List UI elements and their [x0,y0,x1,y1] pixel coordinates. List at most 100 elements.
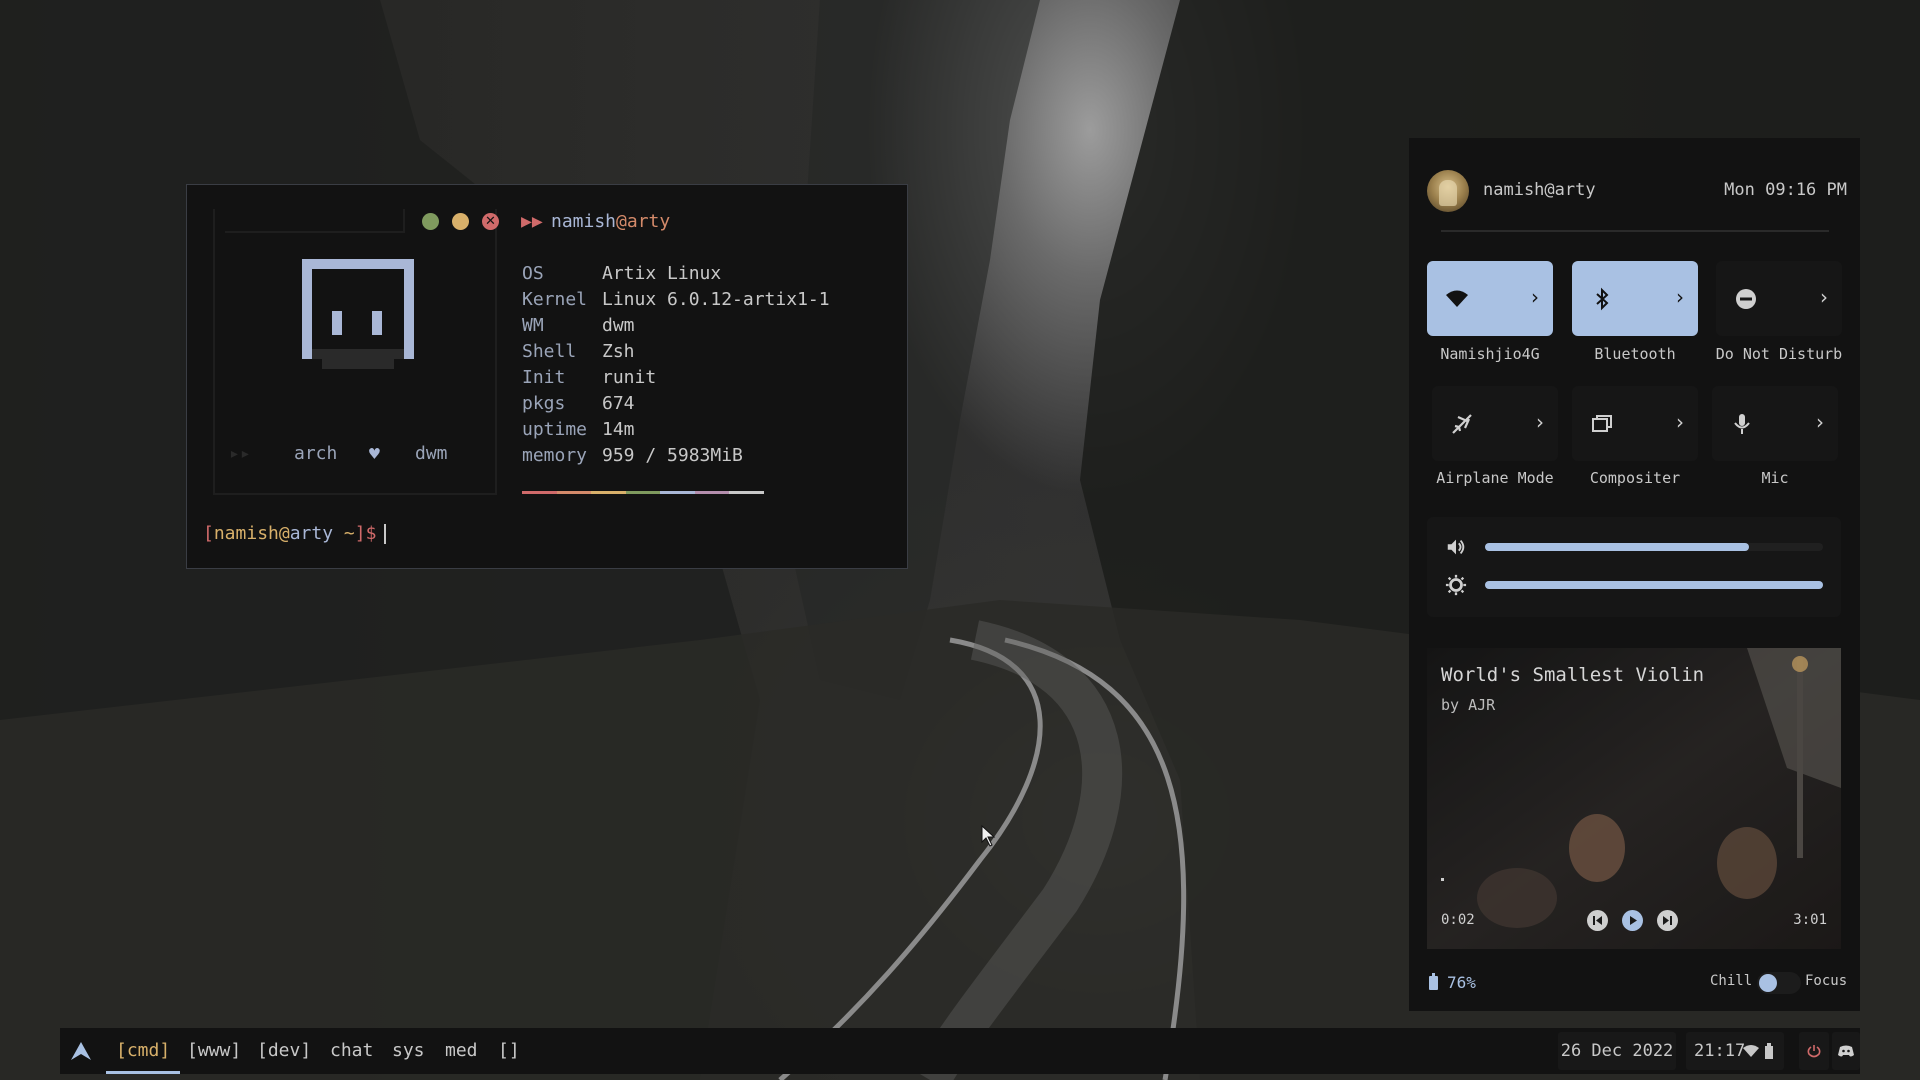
tile-label-dnd: Do Not Disturb [1715,345,1843,363]
do-not-disturb-tile[interactable]: › [1716,261,1842,336]
info-row: Kernel Linux 6.0.12-artix1-1 [522,289,830,310]
color-palette-strip [522,491,765,494]
bluetooth-tile[interactable]: › [1572,261,1698,336]
close-button[interactable]: ✕ [482,213,499,230]
text-cursor [384,524,387,544]
workspace-sys[interactable]: sys [392,1028,425,1074]
workspace-cmd[interactable]: [cmd] [106,1028,181,1074]
avatar[interactable] [1427,170,1469,212]
workspace-dev[interactable]: [dev] [257,1028,311,1074]
mic-tile[interactable]: › [1712,386,1838,461]
volume-fill [1485,543,1749,551]
compositer-tile[interactable]: › [1572,386,1698,461]
previous-button[interactable] [1587,910,1608,931]
minimize-button[interactable] [452,213,469,230]
tile-label-bluetooth: Bluetooth [1594,345,1676,363]
artix-logo-icon[interactable] [70,1040,92,1062]
battery-icon [1429,973,1438,990]
layout-indicator[interactable]: [] [498,1028,520,1074]
bar-time: 21:17 [1694,1041,1746,1061]
tile-label-compositer: Compositer [1589,469,1681,487]
double-chevron-icon: ▸▸ [229,443,251,464]
chevron-right-icon[interactable]: › [1820,285,1828,309]
system-info-list: OS Artix Linux Kernel Linux 6.0.12-artix1-… [522,261,882,469]
status-bar: [cmd] [www] [dev] chat sys med [] 26 Dec… [60,1028,1860,1074]
header-user: namish [551,211,617,232]
music-player: World's Smallest Violin by AJR 0:02 3:01 [1427,648,1841,949]
maximize-button[interactable] [422,213,439,230]
arch-word: arch [294,443,338,464]
info-row: WM dwm [522,315,635,336]
power-icon [1807,1045,1821,1058]
windows-icon [1592,415,1612,432]
header-at: @ [616,211,627,232]
airplane-mode-tile[interactable]: › [1432,386,1558,461]
wifi-icon [1743,1045,1759,1057]
battery-icon [1765,1043,1773,1059]
palette-swatch [694,491,730,494]
username-label: namish@arty [1483,180,1596,200]
discord-icon [1838,1045,1854,1057]
duration-time: 3:01 [1793,912,1827,928]
chevron-right-icon[interactable]: › [1816,410,1824,434]
sliders-card [1427,517,1841,617]
info-row: Init runit [522,367,657,388]
palette-swatch [591,491,626,494]
control-center-panel: namish@arty Mon 09:16 PM › › › Namishjio… [1409,138,1860,1011]
date-pill[interactable]: 26 Dec 2022 [1558,1032,1676,1070]
song-title: World's Smallest Violin [1441,664,1705,686]
palette-swatch [522,491,557,494]
palette-swatch [660,491,695,494]
battery-level: 76% [1447,973,1476,992]
arch-dwm-line: ▸▸ arch ♥ dwm [229,443,459,467]
power-button[interactable] [1799,1032,1829,1070]
brightness-row [1427,570,1841,600]
album-art [1427,648,1841,949]
chevron-right-icon[interactable]: › [1676,285,1684,309]
info-row: uptime 14m [522,419,635,440]
heart-icon: ♥ [369,444,380,465]
mode-toggle[interactable] [1757,972,1801,994]
minus-circle-icon [1736,289,1756,309]
toggle-knob [1759,974,1777,992]
airplane-icon [1452,414,1472,434]
volume-slider[interactable] [1485,543,1823,551]
progress-marker [1441,878,1444,881]
chill-mode-label: Chill [1710,973,1753,989]
volume-icon [1447,539,1465,555]
skip-previous-icon [1593,916,1602,925]
info-row: memory 959 / 5983MiB [522,445,743,466]
tile-label-airplane: Airplane Mode [1436,469,1554,487]
terminal-window[interactable]: ✕ ▸▸ arch ♥ dwm ▶▶ namish@arty OS Artix L… [186,184,908,569]
elapsed-time: 0:02 [1441,912,1475,928]
chevron-right-icon[interactable]: › [1531,285,1539,309]
palette-swatch [625,491,661,494]
workspace-med[interactable]: med [445,1028,478,1074]
clock-label: Mon 09:16 PM [1724,180,1847,200]
ghost-logo-icon [302,259,414,369]
tile-label-wifi: Namishjio4G [1440,345,1540,363]
brightness-slider[interactable] [1485,581,1823,589]
divider [1441,230,1829,232]
chevron-right-icon[interactable]: › [1676,410,1684,434]
discord-button[interactable] [1832,1032,1860,1070]
shell-prompt[interactable]: [namish@arty ~]$ [203,523,387,544]
brightness-fill [1485,581,1823,589]
focus-mode-label: Focus [1805,973,1848,989]
play-icon [1630,916,1637,925]
wifi-icon [1446,290,1468,307]
workspace-www[interactable]: [www] [187,1028,241,1074]
chevron-right-icon[interactable]: › [1536,410,1544,434]
microphone-icon [1734,414,1750,434]
wifi-tile[interactable]: › [1427,261,1553,336]
workspace-chat[interactable]: chat [330,1028,373,1074]
dwm-word: dwm [415,443,448,464]
art-tab-outline [225,209,405,233]
info-row: Shell Zsh [522,341,635,362]
time-pill[interactable]: 21:17 [1686,1032,1784,1070]
header-host: arty [626,211,671,232]
info-row: OS Artix Linux [522,263,722,284]
skip-next-icon [1663,916,1672,925]
play-button[interactable] [1622,910,1643,931]
next-button[interactable] [1657,910,1678,931]
